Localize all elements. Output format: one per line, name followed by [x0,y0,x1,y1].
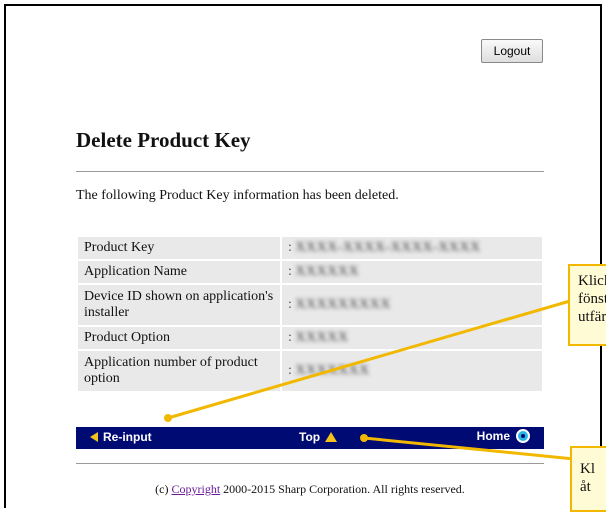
row-value: : XXXX-XXXX-XXXX-XXXX [282,237,542,259]
row-label: Application number of product option [78,351,280,391]
reinput-label: Re-input [103,430,152,444]
arrow-up-icon [325,432,338,442]
home-icon [516,429,530,443]
top-link[interactable]: Top [299,430,338,444]
callout-note: Klicka h fönstret utfärdad [568,264,606,346]
logout-button[interactable]: Logout [481,39,543,63]
row-value: : XXXXX [282,327,542,349]
redacted-value: XXXXXXXXX [295,297,391,312]
intro-text: The following Product Key information ha… [76,188,399,203]
table-row: Application number of product option : X… [78,351,542,391]
row-label: Application Name [78,261,280,283]
title-divider [76,171,544,172]
row-value: : XXXXXX [282,261,542,283]
redacted-value: XXXXXX [295,264,360,279]
redacted-value: XXXXXXX [295,363,370,378]
table-row: Device ID shown on application's install… [78,285,542,325]
row-value: : XXXXXXXXX [282,285,542,325]
table-row: Application Name : XXXXXX [78,261,542,283]
top-label: Top [299,430,321,444]
arrow-left-icon [90,432,98,442]
table-row: Product Key : XXXX-XXXX-XXXX-XXXX [78,237,542,259]
row-label: Device ID shown on application's install… [78,285,280,325]
copyright-link[interactable]: Copyright [172,482,221,496]
product-key-info-table: Product Key : XXXX-XXXX-XXXX-XXXX Applic… [76,235,544,393]
redacted-value: XXXX-XXXX-XXXX-XXXX [295,240,481,255]
home-link[interactable]: Home [477,429,530,443]
redacted-value: XXXXX [295,330,349,345]
bottom-nav-bar: Re-input Top Home [76,427,544,449]
copyright-footer: (c) Copyright 2000-2015 Sharp Corporatio… [155,482,465,496]
table-row: Product Option : XXXXX [78,327,542,349]
row-label: Product Option [78,327,280,349]
reinput-link[interactable]: Re-input [90,430,152,444]
row-label: Product Key [78,237,280,259]
callout-note: Kl åt [570,446,606,512]
home-label: Home [476,429,510,443]
footer-divider [76,463,544,464]
row-value: : XXXXXXX [282,351,542,391]
page-title: Delete Product Key [76,128,251,152]
